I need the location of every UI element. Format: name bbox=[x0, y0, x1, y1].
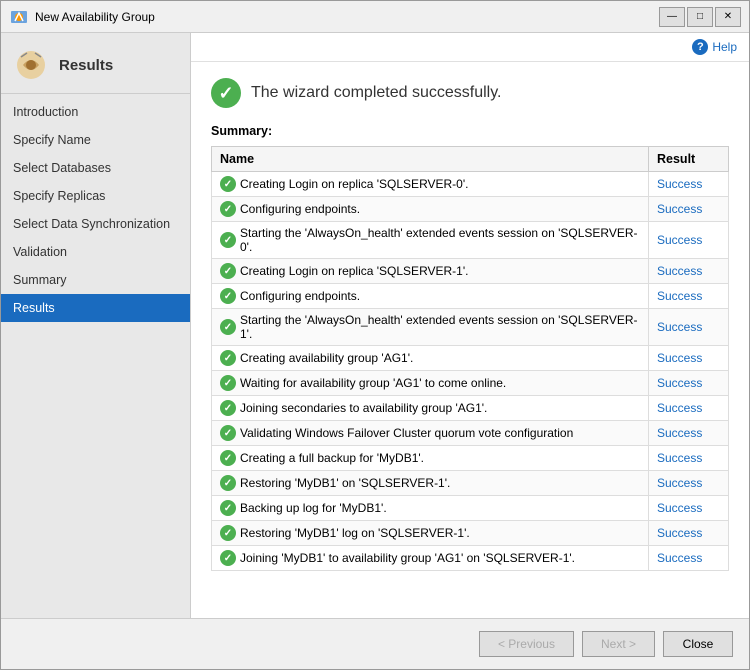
minimize-button[interactable]: — bbox=[659, 7, 685, 27]
table-row: ✓ Creating availability group 'AG1'. Succe… bbox=[212, 346, 729, 371]
summary-label: Summary: bbox=[211, 124, 729, 138]
column-result: Result bbox=[649, 147, 729, 172]
row-success-icon: ✓ bbox=[220, 288, 236, 304]
content-body: ✓ The wizard completed successfully. Sum… bbox=[191, 62, 749, 618]
success-message: The wizard completed successfully. bbox=[251, 84, 501, 102]
close-window-button[interactable]: ✕ bbox=[715, 7, 741, 27]
row-success-icon: ✓ bbox=[220, 475, 236, 491]
sidebar: Results Introduction Specify Name Select… bbox=[1, 33, 191, 618]
row-success-icon: ✓ bbox=[220, 375, 236, 391]
next-button[interactable]: Next > bbox=[582, 631, 655, 657]
content-area: ? Help ✓ The wizard completed successful… bbox=[191, 33, 749, 618]
sidebar-item-results[interactable]: Results bbox=[1, 294, 190, 322]
row-name: Creating a full backup for 'MyDB1'. bbox=[240, 451, 424, 465]
main-window: New Availability Group — □ ✕ Res bbox=[0, 0, 750, 670]
row-name: Joining 'MyDB1' to availability group 'A… bbox=[240, 551, 575, 565]
row-name: Joining secondaries to availability grou… bbox=[240, 401, 487, 415]
row-name: Restoring 'MyDB1' on 'SQLSERVER-1'. bbox=[240, 476, 450, 490]
row-name: Validating Windows Failover Cluster quor… bbox=[240, 426, 573, 440]
column-name: Name bbox=[212, 147, 649, 172]
result-link[interactable]: Success bbox=[657, 401, 702, 415]
table-row: ✓ Restoring 'MyDB1' on 'SQLSERVER-1'. Succ… bbox=[212, 471, 729, 496]
sidebar-item-select-data-sync[interactable]: Select Data Synchronization bbox=[1, 210, 190, 238]
close-button[interactable]: Close bbox=[663, 631, 733, 657]
row-success-icon: ✓ bbox=[220, 263, 236, 279]
sidebar-item-select-databases[interactable]: Select Databases bbox=[1, 154, 190, 182]
table-row: ✓ Joining secondaries to availability gro… bbox=[212, 396, 729, 421]
row-name: Starting the 'AlwaysOn_health' extended … bbox=[240, 226, 640, 254]
result-link[interactable]: Success bbox=[657, 426, 702, 440]
table-row: ✓ Validating Windows Failover Cluster quo… bbox=[212, 421, 729, 446]
sidebar-item-specify-replicas[interactable]: Specify Replicas bbox=[1, 182, 190, 210]
window-title: New Availability Group bbox=[35, 10, 659, 24]
window-icon bbox=[9, 7, 29, 27]
table-row: ✓ Creating Login on replica 'SQLSERVER-1'… bbox=[212, 259, 729, 284]
footer: < Previous Next > Close bbox=[1, 618, 749, 669]
results-table: Name Result ✓ Creating Login on replica '… bbox=[211, 146, 729, 571]
row-success-icon: ✓ bbox=[220, 500, 236, 516]
success-header: ✓ The wizard completed successfully. bbox=[211, 78, 729, 108]
table-row: ✓ Joining 'MyDB1' to availability group '… bbox=[212, 546, 729, 571]
result-link[interactable]: Success bbox=[657, 289, 702, 303]
row-name: Starting the 'AlwaysOn_health' extended … bbox=[240, 313, 640, 341]
result-link[interactable]: Success bbox=[657, 177, 702, 191]
row-success-icon: ✓ bbox=[220, 525, 236, 541]
row-name: Creating availability group 'AG1'. bbox=[240, 351, 413, 365]
result-link[interactable]: Success bbox=[657, 501, 702, 515]
sidebar-item-validation[interactable]: Validation bbox=[1, 238, 190, 266]
result-link[interactable]: Success bbox=[657, 376, 702, 390]
row-name: Creating Login on replica 'SQLSERVER-0'. bbox=[240, 177, 468, 191]
row-success-icon: ✓ bbox=[220, 319, 236, 335]
title-bar: New Availability Group — □ ✕ bbox=[1, 1, 749, 33]
row-name: Restoring 'MyDB1' log on 'SQLSERVER-1'. bbox=[240, 526, 470, 540]
row-name: Backing up log for 'MyDB1'. bbox=[240, 501, 387, 515]
row-success-icon: ✓ bbox=[220, 425, 236, 441]
result-link[interactable]: Success bbox=[657, 451, 702, 465]
sidebar-item-summary[interactable]: Summary bbox=[1, 266, 190, 294]
table-row: ✓ Creating Login on replica 'SQLSERVER-0'… bbox=[212, 172, 729, 197]
sidebar-icon bbox=[13, 47, 49, 83]
table-row: ✓ Waiting for availability group 'AG1' to… bbox=[212, 371, 729, 396]
maximize-button[interactable]: □ bbox=[687, 7, 713, 27]
sidebar-item-introduction[interactable]: Introduction bbox=[1, 98, 190, 126]
row-name: Creating Login on replica 'SQLSERVER-1'. bbox=[240, 264, 468, 278]
sidebar-item-specify-name[interactable]: Specify Name bbox=[1, 126, 190, 154]
table-row: ✓ Configuring endpoints. Success bbox=[212, 284, 729, 309]
row-success-icon: ✓ bbox=[220, 350, 236, 366]
result-link[interactable]: Success bbox=[657, 526, 702, 540]
sidebar-nav: Introduction Specify Name Select Databas… bbox=[1, 94, 190, 322]
result-link[interactable]: Success bbox=[657, 202, 702, 216]
row-name: Configuring endpoints. bbox=[240, 202, 360, 216]
table-row: ✓Starting the 'AlwaysOn_health' extended… bbox=[212, 222, 729, 259]
row-name: Waiting for availability group 'AG1' to … bbox=[240, 376, 506, 390]
result-link[interactable]: Success bbox=[657, 264, 702, 278]
table-row: ✓ Backing up log for 'MyDB1'. Success bbox=[212, 496, 729, 521]
row-success-icon: ✓ bbox=[220, 550, 236, 566]
table-row: ✓ Restoring 'MyDB1' log on 'SQLSERVER-1'.… bbox=[212, 521, 729, 546]
result-link[interactable]: Success bbox=[657, 351, 702, 365]
result-link[interactable]: Success bbox=[657, 551, 702, 565]
previous-button[interactable]: < Previous bbox=[479, 631, 574, 657]
result-link[interactable]: Success bbox=[657, 476, 702, 490]
sidebar-title: Results bbox=[59, 57, 113, 74]
table-row: ✓ Creating a full backup for 'MyDB1'. Succ… bbox=[212, 446, 729, 471]
row-success-icon: ✓ bbox=[220, 400, 236, 416]
table-row: ✓ Configuring endpoints. Success bbox=[212, 197, 729, 222]
content-header: ? Help bbox=[191, 33, 749, 62]
help-icon: ? bbox=[692, 39, 708, 55]
row-name: Configuring endpoints. bbox=[240, 289, 360, 303]
row-success-icon: ✓ bbox=[220, 176, 236, 192]
row-success-icon: ✓ bbox=[220, 450, 236, 466]
window-controls: — □ ✕ bbox=[659, 7, 741, 27]
row-success-icon: ✓ bbox=[220, 201, 236, 217]
result-link[interactable]: Success bbox=[657, 320, 702, 334]
success-icon: ✓ bbox=[211, 78, 241, 108]
main-content: Results Introduction Specify Name Select… bbox=[1, 33, 749, 618]
help-link[interactable]: ? Help bbox=[692, 39, 737, 55]
row-success-icon: ✓ bbox=[220, 232, 236, 248]
result-link[interactable]: Success bbox=[657, 233, 702, 247]
table-row: ✓Starting the 'AlwaysOn_health' extended… bbox=[212, 309, 729, 346]
sidebar-header: Results bbox=[1, 33, 190, 94]
